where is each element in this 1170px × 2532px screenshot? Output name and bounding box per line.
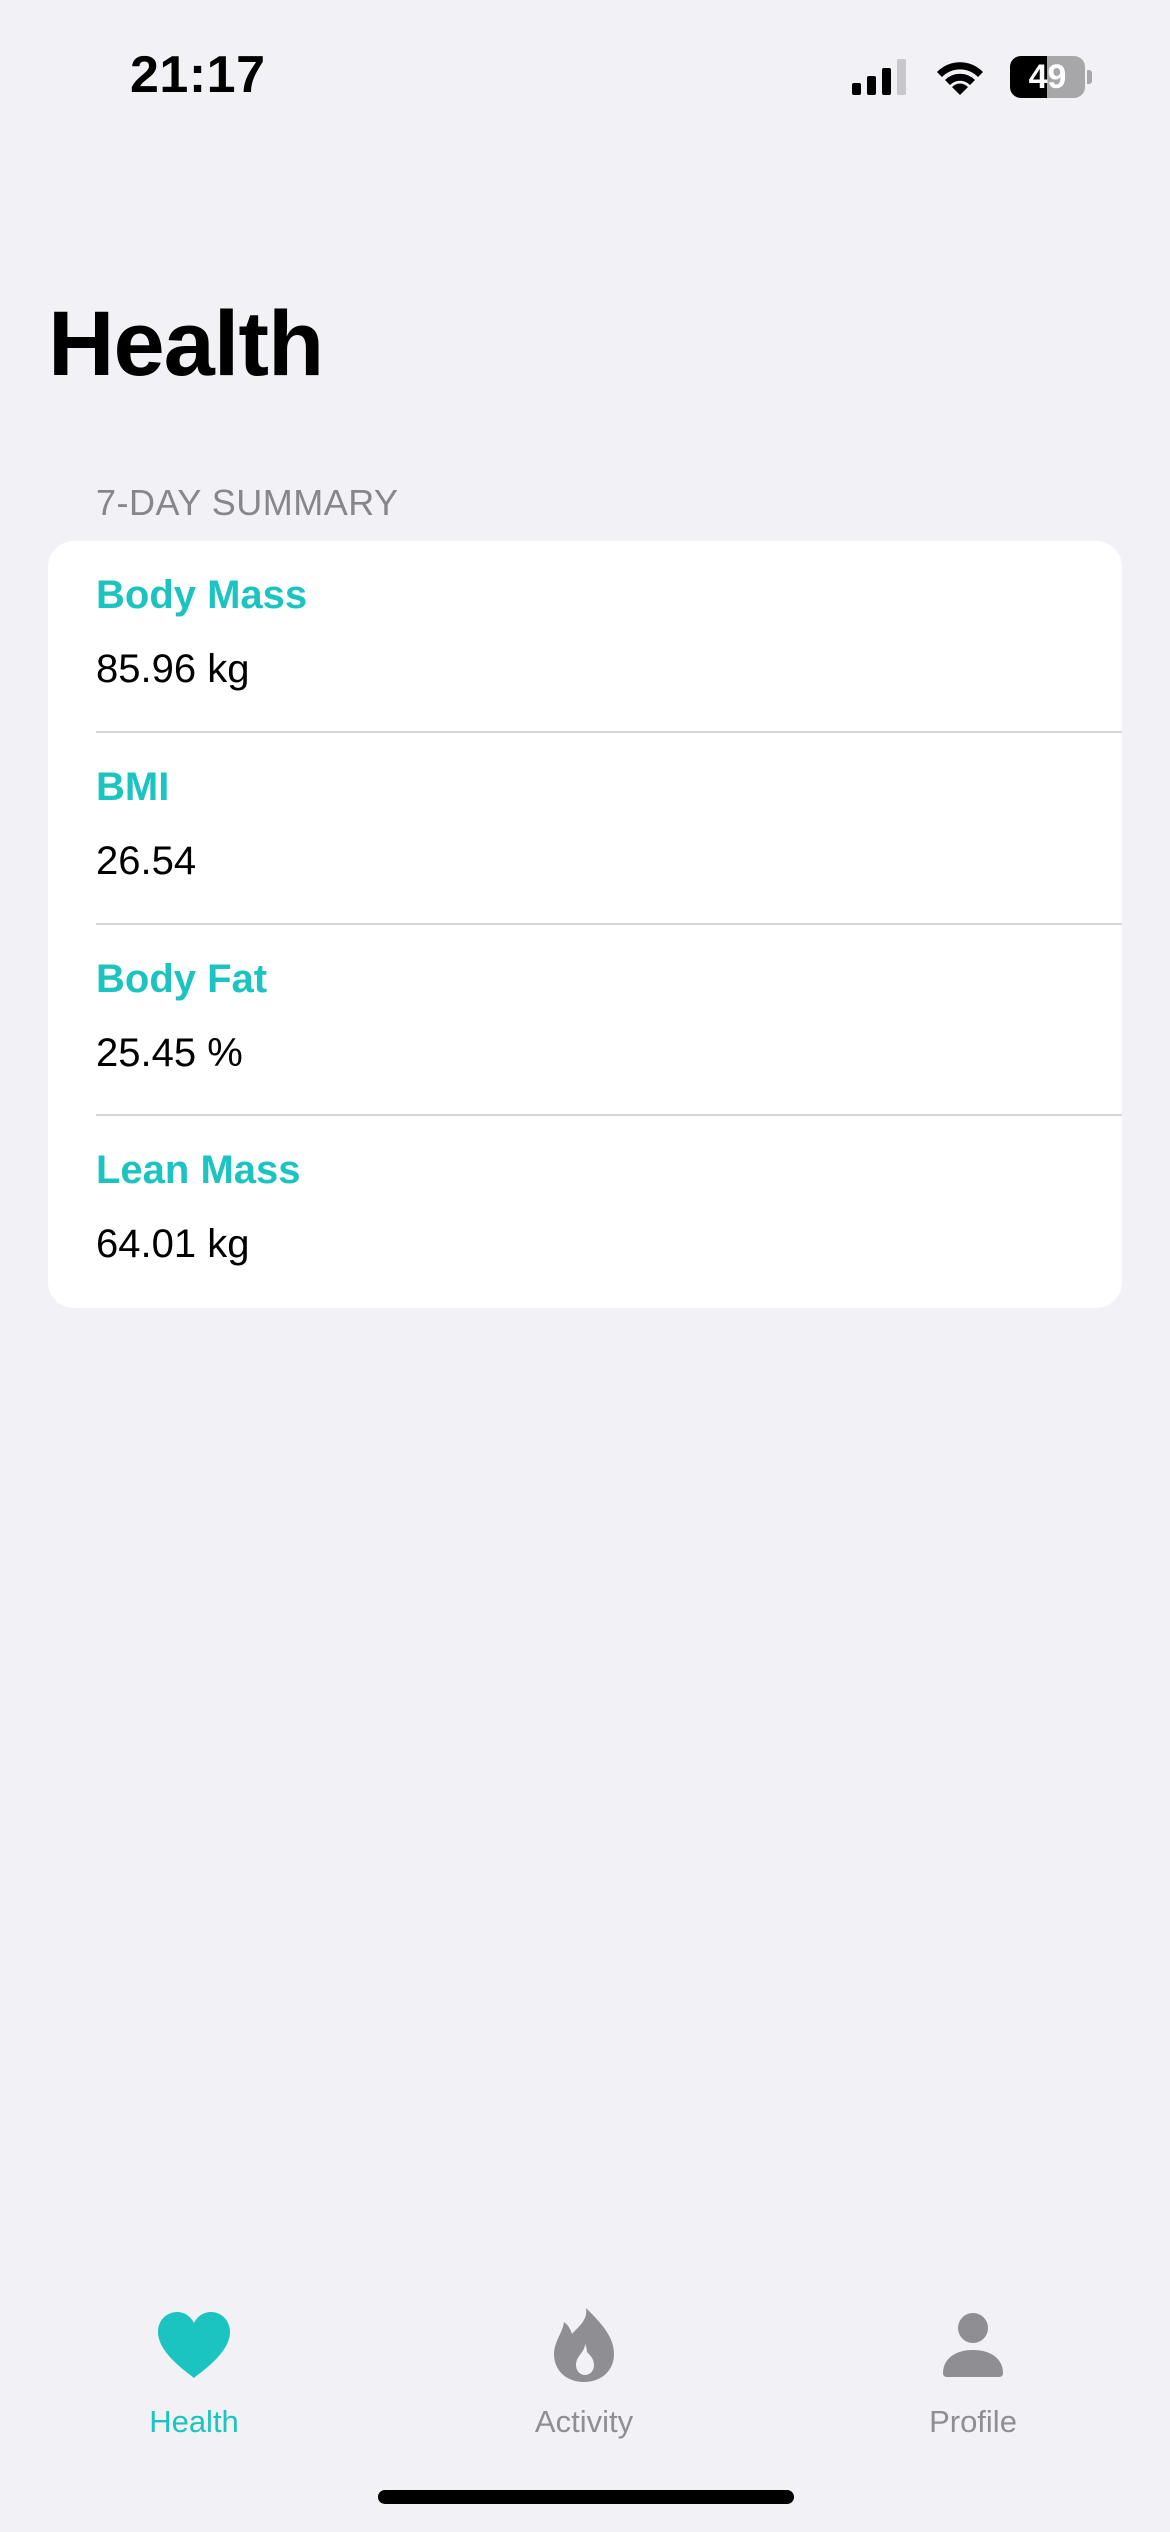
tab-label: Profile — [929, 2404, 1017, 2439]
tab-label: Health — [149, 2404, 239, 2439]
metric-row-body-mass: Body Mass 85.96 kg — [48, 541, 1122, 733]
metric-label: Lean Mass — [96, 1148, 301, 1193]
home-indicator[interactable] — [378, 2490, 794, 2504]
metric-value: 85.96 kg — [96, 647, 250, 691]
section-header: 7-DAY SUMMARY — [96, 482, 399, 523]
metric-label: Body Mass — [96, 573, 308, 617]
summary-card: Body Mass 85.96 kg BMI 26.54 Body Fat 25… — [48, 541, 1122, 1308]
metric-value: 25.45 % — [96, 1030, 243, 1075]
status-icons: 49 — [850, 56, 1092, 98]
metric-row-body-fat: Body Fat 25.45 % — [48, 925, 1122, 1117]
tab-health[interactable]: Health — [74, 2280, 314, 2440]
tab-activity[interactable]: Activity — [464, 2280, 704, 2440]
metric-label: BMI — [96, 764, 170, 809]
tab-profile[interactable]: Profile — [853, 2280, 1093, 2440]
metric-label: Body Fat — [96, 956, 268, 1001]
battery-body: 49 — [1010, 56, 1086, 98]
battery-percentage: 49 — [1028, 57, 1067, 96]
metric-row-bmi: BMI 26.54 — [48, 733, 1122, 925]
tab-label: Activity — [534, 2404, 634, 2439]
flame-icon — [539, 2300, 629, 2390]
cellular-signal-icon — [852, 59, 906, 95]
health-screen: 21:17 49 Health 7-DAY SUMMARY Body Mass … — [0, 0, 1170, 2532]
battery-icon: 49 — [1010, 56, 1092, 98]
status-bar: 21:17 49 — [0, 0, 1170, 150]
metric-value: 64.01 kg — [96, 1222, 250, 1267]
status-time: 21:17 — [130, 46, 266, 104]
person-icon — [928, 2300, 1018, 2390]
battery-cap — [1087, 70, 1092, 84]
metric-row-lean-mass: Lean Mass 64.01 kg — [48, 1116, 1122, 1308]
wifi-icon — [937, 62, 983, 95]
metric-value: 26.54 — [96, 838, 197, 883]
page-title: Health — [48, 293, 324, 395]
heart-icon — [149, 2300, 239, 2390]
